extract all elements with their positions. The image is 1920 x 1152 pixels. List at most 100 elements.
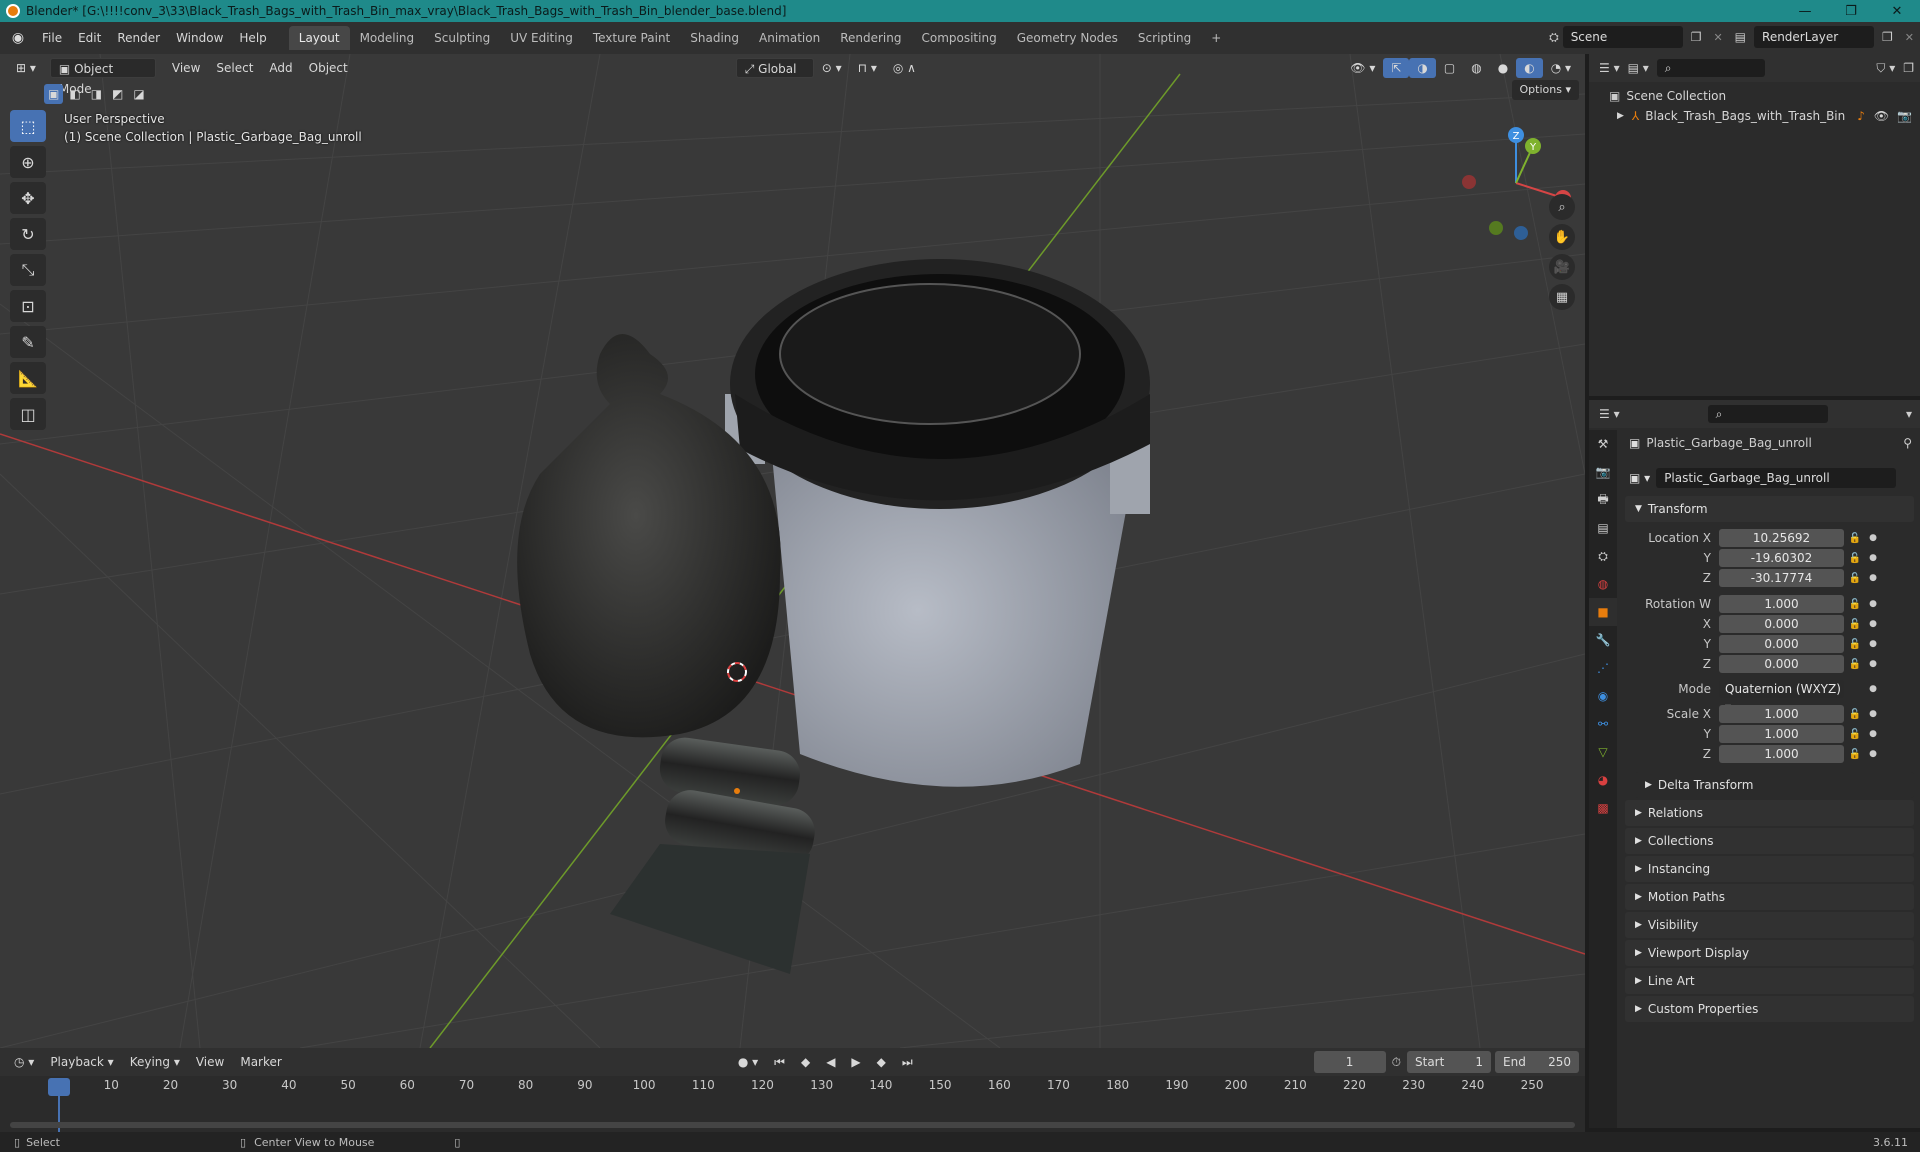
lock-icon[interactable]: 🔓: [1844, 729, 1866, 740]
render-layer-icon[interactable]: ▤: [1731, 30, 1750, 44]
render-tab-icon[interactable]: 📷: [1589, 458, 1617, 486]
keyframe-dot-icon[interactable]: ●: [1866, 619, 1880, 629]
proportional-edit-icon[interactable]: ◎ ∧: [885, 58, 924, 78]
tab-animation[interactable]: Animation: [749, 26, 830, 50]
measure-tool-icon[interactable]: 📐: [10, 362, 46, 394]
object-name-field[interactable]: Plastic_Garbage_Bag_unroll: [1646, 436, 1811, 450]
solid-shading-icon[interactable]: ●: [1490, 58, 1516, 78]
motion-paths-panel-header[interactable]: ▶ Motion Paths: [1625, 884, 1914, 910]
relations-panel-header[interactable]: ▶ Relations: [1625, 800, 1914, 826]
rotation-mode-dropdown[interactable]: Quaternion (WXYZ) ▾: [1719, 680, 1844, 714]
minimize-button[interactable]: —: [1782, 0, 1828, 22]
new-scene-icon[interactable]: ❐: [1687, 30, 1706, 44]
lock-icon[interactable]: 🔓: [1844, 709, 1866, 720]
line-art-panel-header[interactable]: ▶ Line Art: [1625, 968, 1914, 994]
keyframe-dot-icon[interactable]: ●: [1866, 573, 1880, 583]
editor-type-dropdown[interactable]: ⊞ ▾: [8, 58, 44, 78]
scale-y-field[interactable]: 1.000: [1719, 725, 1844, 743]
outliner-row-scene-collection[interactable]: ▣ Scene Collection: [1589, 86, 1920, 106]
camera-view-icon[interactable]: 🎥: [1549, 254, 1575, 280]
transform-tool-icon[interactable]: ⊡: [10, 290, 46, 322]
viewport-display-panel-header[interactable]: ▶ Viewport Display: [1625, 940, 1914, 966]
scene-tab-icon[interactable]: ⛭: [1589, 542, 1617, 570]
current-frame-field[interactable]: 1: [1313, 1051, 1386, 1073]
material-tab-icon[interactable]: ◕: [1589, 766, 1617, 794]
scene-icon[interactable]: ⛭: [1549, 30, 1559, 45]
delta-transform-panel-header[interactable]: ▶ Delta Transform: [1635, 772, 1914, 798]
stopwatch-icon[interactable]: ⏱: [1392, 1055, 1401, 1070]
trash-bin[interactable]: [725, 259, 1150, 787]
display-mode-icon[interactable]: ▤ ▾: [1628, 61, 1649, 75]
location-z-field[interactable]: -30.17774: [1719, 569, 1844, 587]
jump-start-icon[interactable]: ⏮: [766, 1052, 793, 1072]
lock-icon[interactable]: 🔓: [1844, 659, 1866, 670]
add-workspace-button[interactable]: +: [1201, 26, 1231, 50]
lock-icon[interactable]: 🔓: [1844, 573, 1866, 584]
texture-tab-icon[interactable]: ▩: [1589, 794, 1617, 822]
menu-help[interactable]: Help: [231, 27, 274, 49]
playback-menu[interactable]: Playback ▾: [42, 1052, 121, 1072]
select-box-tool-icon[interactable]: ⬚: [10, 110, 46, 142]
rotation-x-field[interactable]: 0.000: [1719, 615, 1844, 633]
tab-uv-editing[interactable]: UV Editing: [500, 26, 583, 50]
tab-scripting[interactable]: Scripting: [1128, 26, 1201, 50]
transform-panel-header[interactable]: ▼ Transform: [1625, 496, 1914, 522]
menu-window[interactable]: Window: [168, 27, 231, 49]
keyframe-dot-icon[interactable]: ●: [1866, 533, 1880, 543]
new-collection-icon[interactable]: ❐: [1903, 61, 1914, 75]
lock-icon[interactable]: 🔓: [1844, 553, 1866, 564]
rendered-shading-icon[interactable]: ◔ ▾: [1543, 58, 1579, 78]
select-extend-icon[interactable]: ◧: [65, 84, 84, 104]
instancing-panel-header[interactable]: ▶ Instancing: [1625, 856, 1914, 882]
expand-arrow-icon[interactable]: ▶: [1617, 111, 1624, 121]
jump-end-icon[interactable]: ⏭: [894, 1052, 921, 1072]
gizmo-toggle-icon[interactable]: ⇱: [1383, 58, 1410, 78]
delete-scene-icon[interactable]: ✕: [1709, 31, 1726, 44]
object-tab-icon[interactable]: ■: [1589, 598, 1617, 626]
tab-texture-paint[interactable]: Texture Paint: [583, 26, 680, 50]
tool-tab-icon[interactable]: ⚒: [1589, 430, 1617, 458]
rotate-tool-icon[interactable]: ↻: [10, 218, 46, 250]
menu-render[interactable]: Render: [109, 27, 168, 49]
rotation-z-field[interactable]: 0.000: [1719, 655, 1844, 673]
close-button[interactable]: ✕: [1874, 0, 1920, 22]
rotation-y-field[interactable]: 0.000: [1719, 635, 1844, 653]
render-layer-field[interactable]: RenderLayer: [1754, 26, 1875, 48]
world-tab-icon[interactable]: ◍: [1589, 570, 1617, 598]
select-intersect-icon[interactable]: ◪: [129, 84, 148, 104]
keying-menu[interactable]: Keying ▾: [122, 1052, 188, 1072]
snap-icon[interactable]: ⊓ ▾: [850, 58, 885, 78]
zoom-icon[interactable]: ⌕: [1549, 194, 1575, 220]
physics-tab-icon[interactable]: ◉: [1589, 682, 1617, 710]
lock-icon[interactable]: 🔓: [1844, 619, 1866, 630]
menu-edit[interactable]: Edit: [70, 27, 109, 49]
pan-hand-icon[interactable]: ✋: [1549, 224, 1575, 250]
view-layer-tab-icon[interactable]: ▤: [1589, 514, 1617, 542]
xray-icon[interactable]: ▢: [1436, 58, 1463, 78]
modifier-tab-icon[interactable]: 🔧: [1589, 626, 1617, 654]
play-reverse-icon[interactable]: ◀: [818, 1052, 843, 1072]
select-new-icon[interactable]: ▣: [44, 84, 64, 104]
lock-icon[interactable]: 🔓: [1844, 639, 1866, 650]
transform-orientation-dropdown[interactable]: ⤢ Global: [735, 58, 814, 78]
lock-icon[interactable]: 🔓: [1844, 533, 1866, 544]
viewport-menu-add[interactable]: Add: [261, 58, 300, 78]
visibility-icon[interactable]: 👁 ▾: [1342, 58, 1383, 78]
tab-layout[interactable]: Layout: [288, 26, 350, 50]
tab-modeling[interactable]: Modeling: [350, 26, 425, 50]
prev-keyframe-icon[interactable]: ◆: [793, 1052, 818, 1072]
visibility-panel-header[interactable]: ▶ Visibility: [1625, 912, 1914, 938]
data-tab-icon[interactable]: ▽: [1589, 738, 1617, 766]
lock-icon[interactable]: 🔓: [1844, 749, 1866, 760]
keyframe-dot-icon[interactable]: ●: [1866, 709, 1880, 719]
timeline-scrollbar[interactable]: [10, 1122, 1575, 1128]
viewport-scene[interactable]: [0, 54, 1585, 1048]
annotate-tool-icon[interactable]: ✎: [10, 326, 46, 358]
scale-x-field[interactable]: 1.000: [1719, 705, 1844, 723]
bag-rolls[interactable]: [610, 735, 819, 974]
ortho-grid-icon[interactable]: ▦: [1549, 284, 1575, 310]
output-tab-icon[interactable]: 🖶: [1589, 486, 1617, 514]
outliner-row-object[interactable]: ▶ ⅄ Black_Trash_Bags_with_Trash_Bin ♪ 👁 …: [1589, 106, 1920, 126]
keyframe-dot-icon[interactable]: ●: [1866, 599, 1880, 609]
viewport-menu-select[interactable]: Select: [208, 58, 261, 78]
